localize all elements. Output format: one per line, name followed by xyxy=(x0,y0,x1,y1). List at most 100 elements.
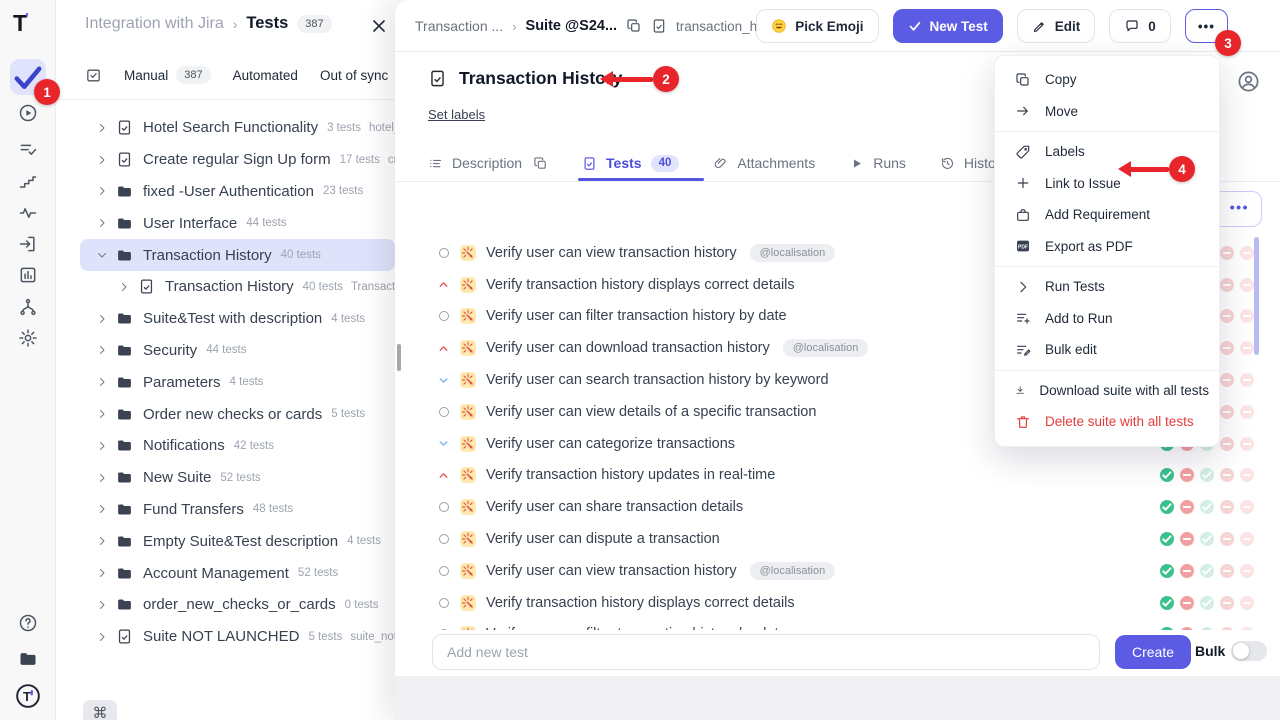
copy-id-icon[interactable] xyxy=(626,18,642,34)
add-test-input[interactable] xyxy=(432,634,1100,670)
plans-list-check-icon[interactable] xyxy=(18,140,38,160)
tree-row-security[interactable]: Security44 tests xyxy=(56,335,395,367)
copy-icon[interactable] xyxy=(533,156,548,171)
chevron-right-icon[interactable] xyxy=(96,217,108,229)
chevron-right-icon[interactable] xyxy=(96,440,108,452)
test-title[interactable]: Verify user can filter transaction histo… xyxy=(486,308,787,324)
drawer-breadcrumb-suite[interactable]: Suite @S24... xyxy=(526,18,618,34)
run-result-failed-faded-dot[interactable] xyxy=(1220,596,1234,610)
run-result-failed-faded-dot[interactable] xyxy=(1220,278,1234,292)
tree-row-user-interface[interactable]: User Interface44 tests xyxy=(56,207,395,239)
pulse-icon[interactable] xyxy=(18,203,38,223)
tree-row-fund-transfers[interactable]: Fund Transfers48 tests xyxy=(56,494,395,526)
test-title[interactable]: Verify user can view transaction history xyxy=(486,563,737,579)
test-title[interactable]: Verify user can view transaction history xyxy=(486,245,737,261)
chevron-right-icon[interactable] xyxy=(96,408,108,420)
menu-item-copy[interactable]: Copy xyxy=(995,64,1219,96)
run-result-failed-dot[interactable] xyxy=(1180,468,1194,482)
test-title[interactable]: Verify user can share transaction detail… xyxy=(486,499,743,515)
run-result-failed-faded-dot[interactable] xyxy=(1220,468,1234,482)
run-result-failed-dot[interactable] xyxy=(1180,596,1194,610)
pick-emoji-button[interactable]: Pick Emoji xyxy=(756,9,878,43)
app-logo[interactable]: T' xyxy=(13,10,29,37)
run-result-failed-faded-dot[interactable] xyxy=(1220,437,1234,451)
test-row[interactable]: Verify transaction history displays corr… xyxy=(395,587,1280,619)
run-result-failed-faded2-dot[interactable] xyxy=(1240,500,1254,514)
test-tag-badge[interactable]: @localisation xyxy=(783,339,869,357)
chevron-right-icon[interactable] xyxy=(96,599,108,611)
run-result-failed-dot[interactable] xyxy=(1180,532,1194,546)
tree-row-order-new-checks-or-cards[interactable]: Order new checks or cards5 tests xyxy=(56,398,395,430)
chevron-right-icon[interactable] xyxy=(96,376,108,388)
run-result-failed-faded-dot[interactable] xyxy=(1220,405,1234,419)
branch-icon[interactable] xyxy=(18,297,38,317)
menu-item-export-as-pdf[interactable]: PDFExport as PDF xyxy=(995,231,1219,263)
select-all-icon[interactable] xyxy=(85,67,102,84)
test-row[interactable]: Verify user can view transaction history… xyxy=(395,555,1280,587)
run-result-failed-faded2-dot[interactable] xyxy=(1240,341,1254,355)
test-title[interactable]: Verify user can search transaction histo… xyxy=(486,372,829,388)
tab-description[interactable]: Description xyxy=(428,155,548,171)
run-result-failed-dot[interactable] xyxy=(1180,564,1194,578)
run-result-passed-dot[interactable] xyxy=(1160,500,1174,514)
run-result-failed-faded2-dot[interactable] xyxy=(1240,437,1254,451)
chevron-right-icon[interactable] xyxy=(96,122,108,134)
run-result-passed-dot[interactable] xyxy=(1160,596,1174,610)
bulk-toggle[interactable] xyxy=(1231,641,1267,661)
tree-row-new-suite[interactable]: New Suite52 tests xyxy=(56,462,395,494)
run-result-failed-faded2-dot[interactable] xyxy=(1240,596,1254,610)
runs-play-icon[interactable] xyxy=(18,103,38,123)
chevron-right-icon[interactable] xyxy=(96,567,108,579)
run-result-passed-faded-dot[interactable] xyxy=(1200,596,1214,610)
list-scrollbar[interactable] xyxy=(1254,237,1259,355)
run-result-failed-faded-dot[interactable] xyxy=(1220,532,1234,546)
chevron-right-icon[interactable] xyxy=(96,472,108,484)
test-row[interactable]: Verify user can share transaction detail… xyxy=(395,491,1280,523)
tree-tab-out-of-sync[interactable]: Out of sync xyxy=(320,68,388,83)
run-result-passed-faded-dot[interactable] xyxy=(1200,564,1214,578)
run-result-failed-faded2-dot[interactable] xyxy=(1240,532,1254,546)
tab-attachments[interactable]: Attachments xyxy=(713,155,815,171)
drawer-scroll-thumb[interactable] xyxy=(397,344,401,371)
menu-item-run-tests[interactable]: Run Tests xyxy=(995,271,1219,303)
chevron-down-icon[interactable] xyxy=(96,249,108,261)
run-result-failed-faded-dot[interactable] xyxy=(1220,341,1234,355)
tree-row-empty-suite-test-description[interactable]: Empty Suite&Test description4 tests xyxy=(56,525,395,557)
menu-item-download-suite-with-all-tests[interactable]: Download suite with all tests xyxy=(995,375,1219,407)
menu-item-add-to-run[interactable]: Add to Run xyxy=(995,303,1219,335)
edit-button[interactable]: Edit xyxy=(1017,9,1096,43)
test-tag-badge[interactable]: @localisation xyxy=(750,562,836,580)
set-labels-link[interactable]: Set labels xyxy=(428,107,485,122)
tree-tab-manual[interactable]: Manual387 xyxy=(124,66,211,84)
command-shortcut-hint[interactable]: ⌘ xyxy=(83,700,117,720)
chevron-right-icon[interactable] xyxy=(96,154,108,166)
run-result-passed-faded-dot[interactable] xyxy=(1200,500,1214,514)
run-result-failed-faded-dot[interactable] xyxy=(1220,309,1234,323)
chevron-right-icon[interactable] xyxy=(96,535,108,547)
run-result-passed-dot[interactable] xyxy=(1160,532,1174,546)
chevron-right-icon[interactable] xyxy=(96,631,108,643)
test-row[interactable]: Verify transaction history updates in re… xyxy=(395,460,1280,492)
test-tag-badge[interactable]: @localisation xyxy=(750,244,836,262)
settings-gear-icon[interactable] xyxy=(18,328,38,348)
import-icon[interactable] xyxy=(18,234,38,254)
menu-item-bulk-edit[interactable]: Bulk edit xyxy=(995,334,1219,366)
tree-row-transaction-history[interactable]: Transaction History40 testsTransactio... xyxy=(56,271,395,303)
suite-title[interactable]: Transaction History xyxy=(459,68,622,89)
run-result-failed-faded2-dot[interactable] xyxy=(1240,405,1254,419)
avatar[interactable] xyxy=(1237,70,1260,93)
test-title[interactable]: Verify transaction history updates in re… xyxy=(486,467,775,483)
test-row[interactable]: Verify user can dispute a transaction xyxy=(395,523,1280,555)
run-result-passed-faded-dot[interactable] xyxy=(1200,532,1214,546)
help-icon[interactable] xyxy=(18,613,38,633)
profile-logo-icon[interactable]: T xyxy=(15,683,41,709)
chevron-right-icon[interactable] xyxy=(96,344,108,356)
create-button[interactable]: Create xyxy=(1115,635,1191,669)
test-title[interactable]: Verify user can download transaction his… xyxy=(486,340,770,356)
tree-row-suite-not-launched[interactable]: Suite NOT LAUNCHED5 testssuite_not_la... xyxy=(56,621,395,653)
tab-runs[interactable]: Runs xyxy=(849,155,906,171)
run-result-failed-faded-dot[interactable] xyxy=(1220,564,1234,578)
tree-row-account-management[interactable]: Account Management52 tests xyxy=(56,557,395,589)
tree-row-notifications[interactable]: Notifications42 tests xyxy=(56,430,395,462)
run-result-failed-dot[interactable] xyxy=(1180,500,1194,514)
